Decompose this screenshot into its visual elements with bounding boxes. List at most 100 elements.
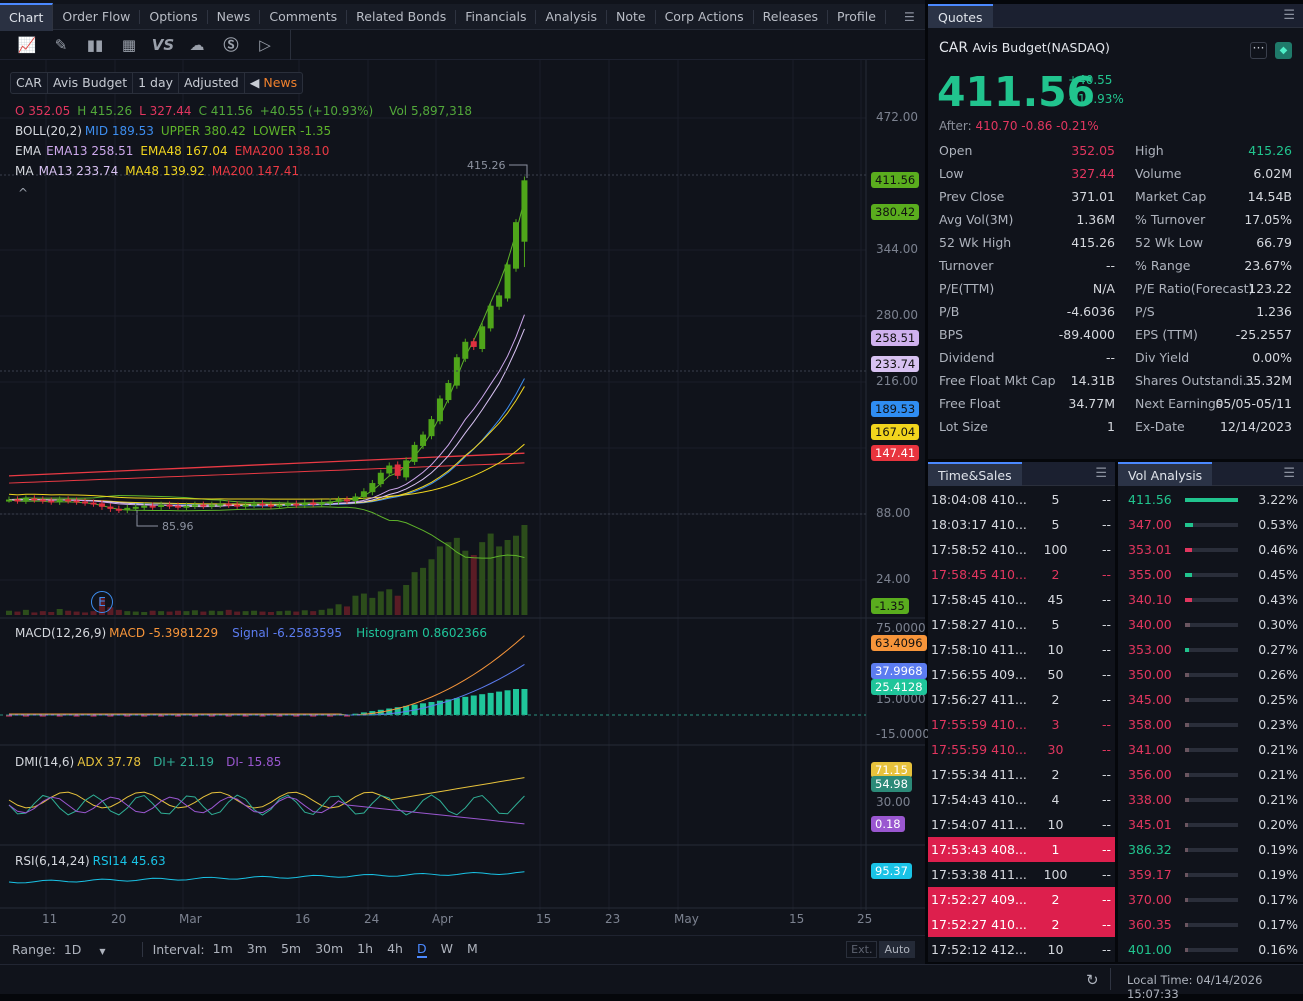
time-sales-panel: Time&Sales ☰ 18:04:08 410... 5 -- 18:03:17 4… — [928, 461, 1115, 962]
volume-bar — [462, 550, 469, 615]
high-marker: 415.26 — [467, 159, 506, 172]
refresh-icon[interactable]: ↻ — [1086, 971, 1099, 989]
tab-related-bonds[interactable]: Related Bonds — [347, 9, 457, 24]
volume-row: 353.01 0.46% — [1118, 537, 1303, 562]
trade-direction: -- — [1101, 617, 1111, 632]
tab-profile[interactable]: Profile — [828, 9, 886, 24]
quote-field-value: N/A — [1092, 281, 1115, 296]
trade-time-price: 17:54:43 410... — [931, 792, 1027, 807]
trade-time-price: 17:58:45 410... — [931, 567, 1027, 582]
trade-direction: -- — [1101, 492, 1111, 507]
layout-icon[interactable]: ▦ — [112, 36, 146, 54]
trade-direction: -- — [1101, 667, 1111, 682]
diamond-icon[interactable]: ◆ — [1275, 42, 1292, 59]
quotes-tab[interactable]: Quotes — [928, 3, 993, 28]
tab-releases[interactable]: Releases — [754, 9, 829, 24]
interval-1m[interactable]: 1m — [213, 941, 233, 958]
high-value: H 415.26 — [77, 104, 133, 118]
trade-direction: -- — [1101, 692, 1111, 707]
range-dropdown[interactable]: 1D ▼ — [64, 942, 120, 957]
interval-1h[interactable]: 1h — [357, 941, 373, 958]
interval-3m[interactable]: 3m — [247, 941, 267, 958]
quotes-panel: Quotes ☰ CAR Avis Budget(NASDAQ) ··· ◆ 41… — [928, 3, 1303, 459]
interval-5m[interactable]: 5m — [281, 941, 301, 958]
ema-legend: EMA EMA13 258.51 EMA48 167.04 EMA200 138.10 — [15, 144, 336, 158]
interval-D[interactable]: D — [416, 941, 427, 958]
tab-financials[interactable]: Financials — [456, 9, 537, 24]
volume-share-bar — [1185, 847, 1238, 852]
auto-scale-button[interactable]: Auto — [879, 941, 915, 958]
candle — [462, 341, 469, 359]
indicator-tick: -15.0000 — [876, 727, 930, 741]
chart-toolbar: 📈 ✎ ▮▮ ▦ VS ☁ Ⓢ ▷ — [0, 29, 925, 60]
price-tick: 344.00 — [876, 242, 918, 256]
news-button[interactable]: ◀ News — [245, 73, 302, 93]
interval-W[interactable]: W — [441, 941, 453, 958]
earnings-marker[interactable]: E — [91, 591, 113, 613]
indicator-tick: 75.0000 — [876, 621, 926, 635]
tab-news[interactable]: News — [208, 9, 261, 24]
quote-field-label: Free Float Mkt Cap — [939, 373, 1056, 388]
volume-bar — [225, 609, 232, 615]
adx-value: ADX 37.78 — [77, 755, 142, 769]
histogram-value: Histogram 0.8602366 — [356, 626, 488, 640]
trade-row: 18:04:08 410... 5 -- — [928, 487, 1115, 512]
menu-icon[interactable]: ☰ — [1283, 8, 1295, 23]
candle-type-icon[interactable]: ▮▮ — [78, 36, 112, 54]
more-icon[interactable]: ··· — [1250, 41, 1267, 59]
quote-field-value: -- — [1105, 258, 1115, 273]
interval-4h[interactable]: 4h — [387, 941, 403, 958]
time-sales-tab[interactable]: Time&Sales — [928, 461, 1022, 486]
candle — [200, 504, 207, 507]
quote-field-value: 17.05% — [1244, 212, 1292, 227]
tab-options[interactable]: Options — [140, 9, 208, 24]
volume-bar — [428, 559, 435, 615]
macd-histogram-bar — [462, 696, 469, 715]
volume-share-fill — [1185, 497, 1238, 502]
play-icon[interactable]: ▷ — [248, 36, 282, 54]
dollar-icon[interactable]: Ⓢ — [214, 34, 248, 55]
quote-field-label: P/E Ratio(Forecast) — [1135, 281, 1254, 296]
low-value: L 327.44 — [139, 104, 192, 118]
ext-hours-toggle[interactable]: Ext. — [846, 941, 878, 958]
menu-icon[interactable]: ☰ — [1283, 466, 1295, 481]
rsi-label: RSI(6,14,24) — [15, 854, 90, 868]
quote-field-label: Next Earnings — [1135, 396, 1223, 411]
quote-field-value: -89.4000 — [1058, 327, 1115, 342]
tab-chart[interactable]: Chart — [0, 2, 54, 31]
dmi-value-label: 0.18 — [871, 816, 905, 832]
volume-share-bar — [1185, 947, 1238, 952]
candle — [259, 503, 266, 506]
tab-corp-actions[interactable]: Corp Actions — [656, 9, 754, 24]
cloud-icon[interactable]: ☁ — [180, 36, 214, 54]
tab-analysis[interactable]: Analysis — [536, 9, 607, 24]
collapse-icon[interactable]: ^ — [18, 186, 28, 200]
quote-field-label: High — [1135, 143, 1164, 158]
adjust-selector[interactable]: Adjusted — [179, 73, 245, 93]
compare-icon[interactable]: VS — [146, 36, 180, 54]
price-tick: 472.00 — [876, 110, 918, 124]
quote-ticker: CAR — [939, 40, 969, 56]
candle — [310, 502, 317, 505]
menu-icon[interactable]: ☰ — [904, 10, 915, 24]
candle — [504, 264, 511, 299]
vol-analysis-tab[interactable]: Vol Analysis — [1118, 461, 1213, 486]
volume-share-fill — [1185, 547, 1193, 552]
tab-note[interactable]: Note — [607, 9, 656, 24]
price-label: 147.41 — [871, 445, 920, 461]
volume-bar — [504, 540, 511, 615]
trade-row: 17:55:34 411... 2 -- — [928, 762, 1115, 787]
menu-icon[interactable]: ☰ — [1095, 466, 1107, 481]
quote-field-label: Low — [939, 166, 964, 181]
candle — [39, 499, 46, 502]
tab-order-flow[interactable]: Order Flow — [53, 9, 141, 24]
interval-M[interactable]: M — [467, 941, 478, 958]
indicator-icon[interactable]: 📈 — [10, 36, 44, 54]
chart-canvas[interactable] — [0, 60, 925, 935]
quote-field-value: 34.77M — [1068, 396, 1115, 411]
interval-30m[interactable]: 30m — [315, 941, 343, 958]
period-selector[interactable]: 1 day — [133, 73, 180, 93]
tab-comments[interactable]: Comments — [260, 9, 348, 24]
draw-icon[interactable]: ✎ — [44, 36, 78, 54]
trade-row: 17:55:59 410... 30 -- — [928, 737, 1115, 762]
